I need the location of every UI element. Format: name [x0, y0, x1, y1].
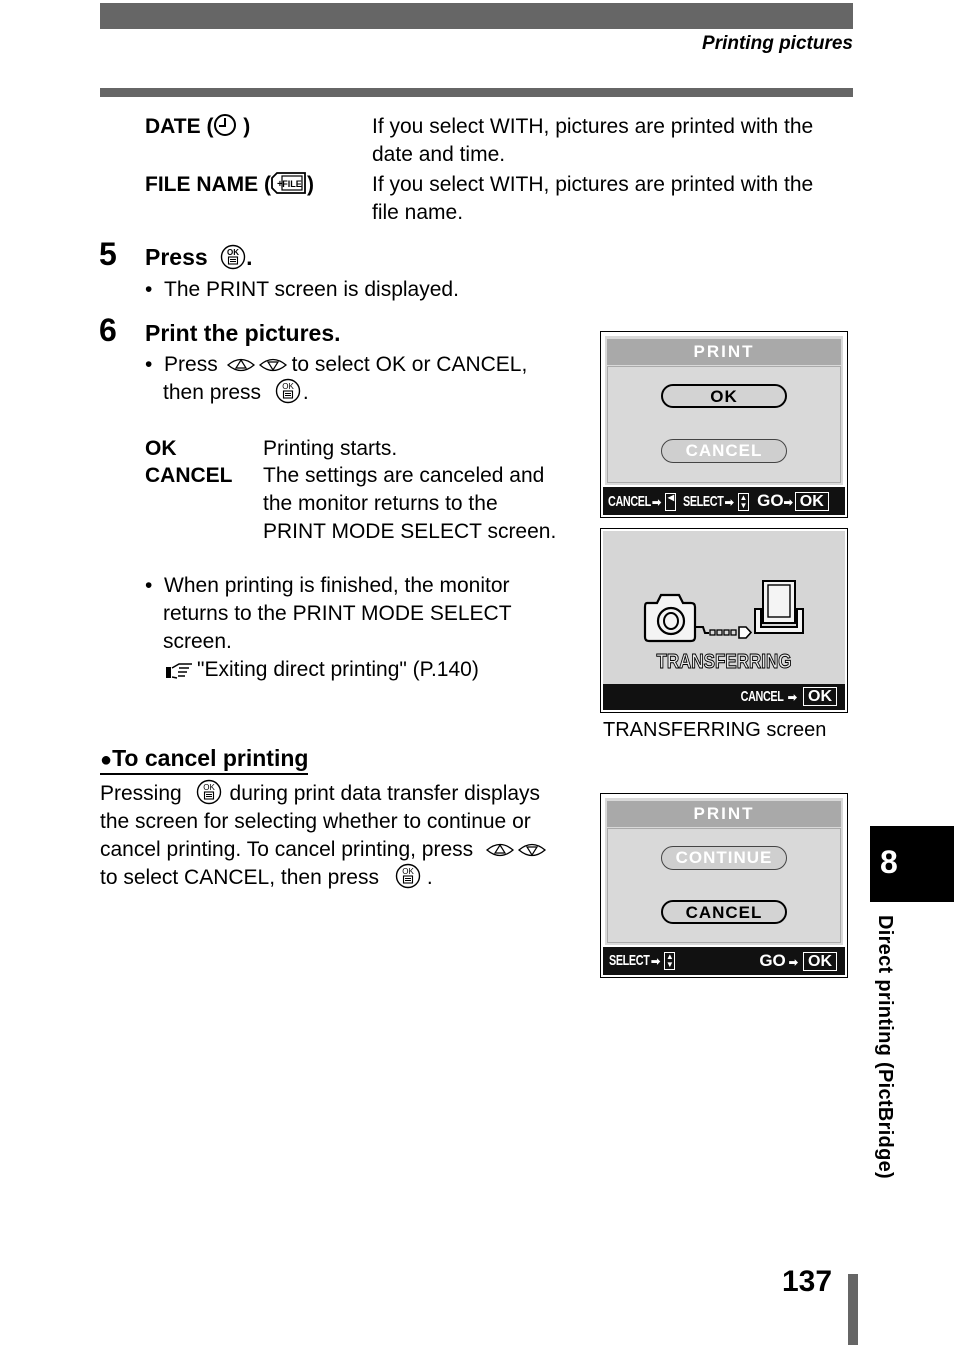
step-5-bullet: • The PRINT screen is displayed.: [145, 278, 459, 301]
down-arrow-button-icon: [517, 844, 547, 857]
file-icon: FILE+: [271, 172, 306, 195]
screen-footer: SELECT ➡ ▲ ▼ GO ➡ OK: [603, 947, 845, 975]
screen-title: PRINT: [607, 339, 841, 365]
step-number-5: 5: [99, 236, 117, 272]
print-screen: PRINT OK CANCEL CANCEL➡ ◀ SELECT ➡ ▲ ▼ GO➡…: [600, 331, 848, 518]
ok-button-icon: OK: [395, 864, 421, 889]
def-desc-cancel: The settings are canceled and the monito…: [263, 464, 557, 543]
option-date-label: DATE ( ): [145, 114, 251, 138]
ok-button-icon: OK: [275, 379, 301, 404]
left-key-icon: ◀: [665, 493, 677, 512]
step-6-bullet-2: • When printing is finished, the monitor…: [145, 572, 512, 684]
option-cancel[interactable]: CANCEL: [661, 900, 787, 924]
def-term-cancel: CANCEL: [145, 464, 233, 487]
print-continue-screen: PRINT CONTINUE CANCEL SELECT ➡ ▲ ▼ GO ➡ OK: [600, 793, 848, 978]
chapter-title: Direct printing (PictBridge): [874, 915, 896, 1179]
option-cancel[interactable]: CANCEL: [661, 439, 787, 463]
arrow-right-icon: ➡: [724, 497, 734, 509]
arrow-right-icon: ➡: [783, 497, 793, 509]
svg-text:OK: OK: [203, 783, 215, 792]
clock-icon: [214, 114, 237, 137]
up-arrow-button-icon: [485, 844, 515, 857]
arrow-right-icon: ➡: [788, 957, 798, 969]
ok-button-icon: OK: [196, 780, 221, 805]
def-desc-ok: Printing starts.: [263, 437, 398, 460]
transferring-caption: TRANSFERRING screen: [603, 719, 827, 741]
step-6-bullet-1: • Press to select OK or CANCEL, then pre…: [145, 353, 528, 404]
arrow-right-icon: ➡: [787, 692, 797, 704]
ok-key-icon: OK: [794, 492, 829, 511]
option-filename-description: If you select WITH, pictures are printed…: [372, 173, 814, 224]
page-number: 137: [782, 1265, 833, 1298]
pointing-hand-icon: [166, 663, 192, 680]
arrow-right-icon: ➡: [652, 497, 662, 509]
arrow-right-icon: ➡: [651, 956, 661, 968]
down-arrow-button-icon: [258, 359, 287, 372]
header-bar-bottom: [100, 88, 853, 97]
header-bar-top: [100, 3, 853, 29]
option-filename-label: FILE NAME (FILE +): [145, 172, 314, 196]
up-down-key-icon: ▲ ▼: [664, 952, 676, 971]
svg-text:OK: OK: [402, 867, 414, 876]
def-term-ok: OK: [145, 437, 177, 460]
svg-text:OK: OK: [227, 248, 239, 257]
up-arrow-button-icon: [226, 359, 255, 372]
transferring-screen: TRANSFERRING CANCEL ➡ OK: [600, 528, 848, 713]
option-continue[interactable]: CONTINUE: [661, 846, 787, 870]
cancel-section-body: Pressing OK during print data transfer di…: [100, 780, 580, 892]
step-6-title: Print the pictures.: [145, 320, 341, 346]
bullet-dot-icon: ●: [100, 749, 113, 771]
ok-key-icon: OK: [803, 687, 837, 706]
option-ok[interactable]: OK: [661, 384, 787, 408]
svg-text:OK: OK: [282, 382, 294, 391]
option-date-description: If you select WITH, pictures are printed…: [372, 115, 814, 166]
svg-text:+: +: [277, 179, 283, 190]
step-number-6: 6: [99, 312, 117, 348]
ok-key-icon: OK: [803, 952, 837, 971]
chapter-tab: 8: [870, 826, 954, 902]
reference-link[interactable]: "Exiting direct printing" (P.140): [145, 656, 512, 684]
page-number-bar: [848, 1274, 858, 1345]
up-down-key-icon: ▲ ▼: [737, 493, 749, 512]
screen-title: PRINT: [607, 801, 841, 827]
section-title: Printing pictures: [702, 33, 853, 54]
screen-footer: CANCEL➡ ◀ SELECT ➡ ▲ ▼ GO➡ OK: [603, 487, 845, 515]
step-5-title: Press OK.: [145, 244, 253, 270]
svg-text:FILE: FILE: [282, 179, 302, 189]
transfer-status: TRANSFERRING: [656, 651, 792, 674]
cancel-section-heading: ●To cancel printing: [100, 745, 309, 775]
ok-button-icon: OK: [220, 244, 246, 270]
screen-footer: CANCEL ➡ OK: [603, 684, 845, 710]
